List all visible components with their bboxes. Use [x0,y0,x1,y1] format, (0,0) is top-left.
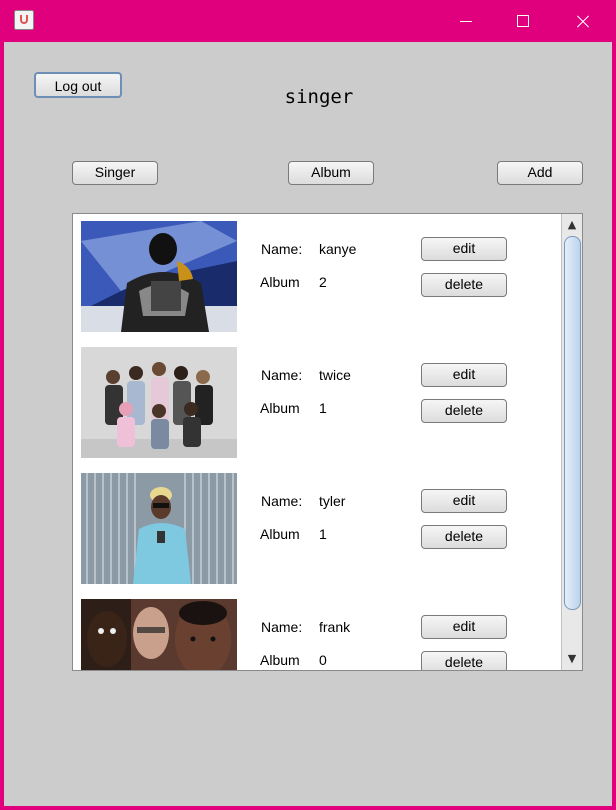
singer-name: frank [319,619,351,635]
maximize-icon[interactable] [495,0,553,42]
singer-button[interactable]: Singer [72,161,158,185]
vertical-scrollbar[interactable]: ▲ ▼ [561,214,582,670]
edit-button[interactable]: edit [421,615,507,639]
singer-name: kanye [319,241,357,257]
scroll-up-icon[interactable]: ▲ [564,216,580,234]
album-count: 1 [319,400,327,416]
java-cup-icon [14,10,34,30]
name-label: Name: [261,241,303,257]
scroll-down-icon[interactable]: ▼ [564,650,580,668]
list-item: Name: kanye Album 2 edit delete [73,214,561,340]
title-bar [4,0,612,42]
album-count: 1 [319,526,327,542]
singer-photo [81,221,237,332]
singer-name: twice [319,367,351,383]
name-label: Name: [261,619,303,635]
album-button[interactable]: Album [288,161,374,185]
album-count: 2 [319,274,327,290]
delete-button[interactable]: delete [421,651,507,670]
logout-button[interactable]: Log out [34,72,122,98]
album-label: Album [260,400,300,416]
minimize-icon[interactable] [437,0,495,42]
close-icon[interactable] [553,0,611,42]
album-count: 0 [319,652,327,668]
singer-photo [81,599,237,670]
delete-button[interactable]: delete [421,273,507,297]
list-item: Name: twice Album 1 edit delete [73,340,561,466]
edit-button[interactable]: edit [421,237,507,261]
edit-button[interactable]: edit [421,363,507,387]
singer-name: tyler [319,493,346,509]
app-window: Log out singer Singer Album Add Name: ka… [0,0,616,810]
album-label: Album [260,274,300,290]
singer-photo [81,473,237,584]
scroll-thumb[interactable] [564,236,581,610]
singer-list[interactable]: Name: kanye Album 2 edit delete Name: tw… [72,213,583,671]
album-label: Album [260,652,300,668]
album-label: Album [260,526,300,542]
singer-photo [81,347,237,458]
list-item: Name: tyler Album 1 edit delete [73,466,561,592]
edit-button[interactable]: edit [421,489,507,513]
delete-button[interactable]: delete [421,399,507,423]
page-title: singer [284,86,354,108]
list-item: Name: frank Album 0 edit delete [73,592,561,670]
delete-button[interactable]: delete [421,525,507,549]
name-label: Name: [261,493,303,509]
name-label: Name: [261,367,303,383]
add-button[interactable]: Add [497,161,583,185]
